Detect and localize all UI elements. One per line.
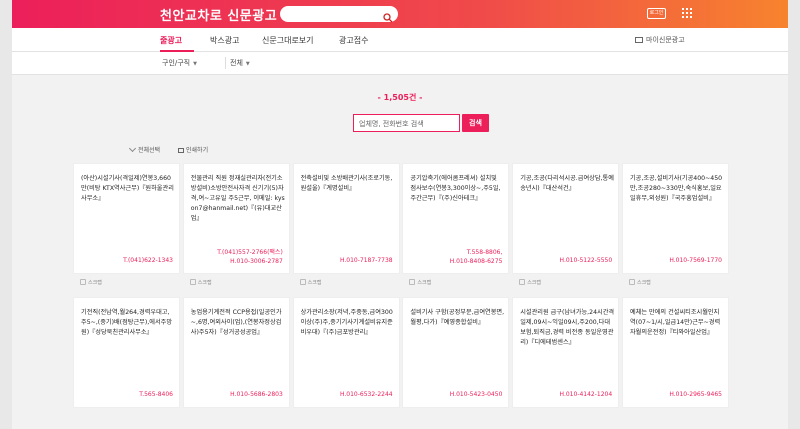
category-dropdown[interactable]: 구인/구직 ▼ [162, 58, 197, 68]
chevron-down-icon: ▼ [193, 61, 197, 67]
checkbox-icon [409, 279, 416, 285]
ad-card-text: 전축설비및 소방배관기사(조로기동,원설울)『계명설비』 [300, 175, 393, 192]
ad-card-phone: H.010-5423-0450 [449, 391, 503, 398]
main-nav: 줄광고 박스광고 신문그대로보기 광고접수 마이신문광고 [12, 28, 788, 52]
ad-card-grid: (아산)시설기사(격일제)연봉3,660만(비탕 KTX역사근무)『원하울관리사… [73, 163, 729, 422]
check-icon [128, 144, 137, 153]
search-button[interactable]: 검색 [462, 114, 489, 132]
ad-card[interactable]: 농업용기계전적 CCP용접(일공인가~,6명,여외사이(업),(연봉자정상검사)… [182, 297, 290, 408]
tab-box-ads[interactable]: 박스광고 [210, 35, 239, 46]
ad-card-text: 기공,조공,설비기사(기공400~450만,조공280~330만,숙식홍보,일요… [629, 175, 723, 202]
ad-card[interactable]: 기공,조공,설비기사(기공400~450만,조공280~330만,숙식홍보,일요… [621, 163, 729, 274]
scrap-button[interactable]: 스크랩 [519, 279, 541, 286]
monitor-icon [635, 37, 643, 43]
filter-divider [225, 57, 226, 69]
my-ads-label: 마이신문광고 [646, 36, 685, 44]
ad-card-text: 공기압축기(에어콤프레셔) 설치및 점사보수(연봉3,300이상~,주5일,주간… [410, 175, 501, 202]
ad-card-phone-line: T.(041)557-2766(팩스) [217, 249, 283, 256]
ad-card-text: 전물관리 직원 정재실관리자(전기소방설비)소방안전사자격 신기기(5)자격,여… [190, 175, 285, 222]
ad-card[interactable]: 전축설비및 소방배관기사(조로기동,원설울)『계명설비』 H.010-7187-… [292, 163, 400, 274]
region-value: 전체 [230, 59, 243, 67]
ad-card-phone: H.010-4142-1204 [559, 391, 613, 398]
ad-card[interactable]: 전물관리 직원 정재실관리자(전기소방설비)소방안전사자격 신기기(5)자격,여… [182, 163, 290, 274]
checkbox-icon [299, 279, 306, 285]
result-count: - 1,505건 - [377, 93, 423, 102]
ad-card-phone: H.010-5122-5550 [559, 257, 613, 264]
page-frame-left [0, 0, 12, 429]
checkbox-icon [189, 279, 196, 285]
ad-card[interactable]: 설비기사 구함(공정부문,급여연봉면,월평,다가)『예영종합설비』 H.010-… [402, 297, 510, 408]
login-button[interactable]: 로그인 [647, 8, 666, 19]
ad-card-text: 기공,조공(다리석시공.급여상담,통예 송년시)『대산석건』 [520, 175, 614, 192]
logo-prefix: 천안 [160, 9, 185, 24]
ad-card-phone: H.010-6532-2244 [339, 391, 393, 398]
ad-card-phone-line: T.558-8806, [466, 249, 503, 256]
ad-card[interactable]: 공기압축기(에어콤프레셔) 설치및 점사보수(연봉3,300이상~,주5일,주간… [402, 163, 510, 274]
ad-card[interactable]: 시설관리원 급구(남녀가능,24시간격일제,09시~익일09시,주200,다대보… [512, 297, 620, 408]
app-grid-icon[interactable] [682, 8, 692, 18]
ad-card[interactable]: 예체는 만에의 건설씨티조시월인지역(07~1/시,일급14만)근무~경력자월의… [621, 297, 729, 408]
ad-card-phone: H.010-7187-7738 [339, 257, 393, 264]
page-frame-right [788, 0, 800, 429]
checkbox-icon [80, 279, 86, 285]
print-button[interactable]: 인쇄하기 [178, 147, 216, 154]
ad-card-phone: H.010-5686-2803 [230, 391, 283, 398]
ad-card-phone: T.(041)557-2766(팩스) H.010-3006-2787 [217, 248, 283, 266]
scrap-label: 스크랩 [307, 280, 322, 286]
tab-line-ads[interactable]: 줄광고 [160, 35, 182, 46]
scrap-button[interactable]: 스크랩 [409, 279, 431, 286]
print-label: 인쇄하기 [186, 147, 209, 154]
logo-suffix: 신문광고 [227, 9, 278, 24]
ad-card[interactable]: 상가관리소장(저녁,주중동,급여300이상(주)주,중기기사기계설비유지준비우대… [292, 297, 400, 408]
top-header: 천안교차로 신문광고 로그인 [12, 0, 788, 28]
select-all-label: 전체선택 [138, 147, 161, 154]
category-value: 구인/구직 [162, 59, 191, 67]
ad-card[interactable]: (아산)시설기사(격일제)연봉3,660만(비탕 KTX역사근무)『원하울관리사… [73, 163, 180, 274]
scrap-button[interactable]: 스크랩 [189, 279, 212, 286]
listing-search-input[interactable]: 업체명, 전화번호 검색 [353, 114, 460, 132]
filter-bar: 구인/구직 ▼ 전체 ▼ [12, 52, 788, 75]
checkbox-icon [628, 279, 635, 285]
search-icon[interactable] [383, 8, 393, 27]
scrap-label: 스크랩 [636, 280, 651, 286]
scrap-label: 스크랩 [88, 280, 102, 286]
ad-card-phone: H.010-7569-1770 [669, 257, 722, 264]
ad-card-phone: H.010-2965-9465 [669, 391, 722, 398]
ad-card[interactable]: 기공,조공(다리석시공.급여상담,통예 송년시)『대산석건』 H.010-512… [512, 163, 620, 274]
ad-card-text: 상가관리소장(저녁,주중동,급여300이상(주)주,중기기사기계설비유지준비우대… [300, 309, 393, 336]
site-logo[interactable]: 천안교차로 신문광고 [160, 5, 277, 24]
scrap-label: 스크랩 [197, 280, 212, 286]
region-dropdown[interactable]: 전체 ▼ [230, 58, 250, 68]
ad-card[interactable]: 기전직(전남역,월264,경력우대고,주5~,(중기)배(점탕근무),에서주망원… [73, 297, 180, 408]
ad-card-phone-line: H.010-8408-6275 [449, 258, 503, 265]
select-all-button[interactable]: 전체선택 [128, 144, 168, 154]
ad-card-phone-line: H.010-3006-2787 [230, 258, 283, 265]
ad-card-text: 농업용기계전적 CCP용접(일공인가~,6명,여외사이(업),(연봉자정상검사)… [190, 309, 282, 336]
logo-brand: 교차로 [184, 9, 223, 24]
list-options: 전체선택 인쇄하기 [128, 144, 224, 154]
scrap-label: 스크랩 [527, 280, 541, 286]
ad-card-phone: T.565-8406 [139, 391, 173, 398]
tab-ad-submit[interactable]: 광고접수 [339, 35, 368, 46]
ad-card-phone: T.558-8806, H.010-8408-6275 [450, 248, 503, 266]
tab-newspaper-view[interactable]: 신문그대로보기 [262, 35, 314, 46]
printer-icon [178, 148, 185, 153]
header-search-input[interactable] [280, 6, 398, 23]
scrap-button[interactable]: 스크랩 [628, 279, 651, 286]
scrap-button[interactable]: 스크랩 [299, 279, 322, 286]
scrap-label: 스크랩 [417, 280, 432, 286]
ad-card-text: 시설관리원 급구(남녀가능,24시간격일제,09시~익일09시,주200,다대보… [520, 309, 615, 346]
ad-card-text: 설비기사 구함(공정부문,급여연봉면,월평,다가)『예영종합설비』 [410, 309, 505, 326]
ad-card-phone: T.(041)622-1343 [123, 257, 173, 264]
ad-card-text: 기전직(전남역,월264,경력우대고,주5~,(중기)배(점탕근무),에서주망원… [81, 309, 173, 336]
chevron-down-icon: ▼ [245, 61, 250, 67]
scrap-button[interactable]: 스크랩 [80, 279, 102, 286]
checkbox-icon [519, 279, 526, 285]
my-ads-link[interactable]: 마이신문광고 [635, 35, 685, 45]
ad-card-text: (아산)시설기사(격일제)연봉3,660만(비탕 KTX역사근무)『원하울관리사… [81, 175, 174, 202]
ad-card-text: 예체는 만에의 건설씨티조시월인지역(07~1/시,일급14만)근무~경력자월의… [629, 309, 721, 336]
